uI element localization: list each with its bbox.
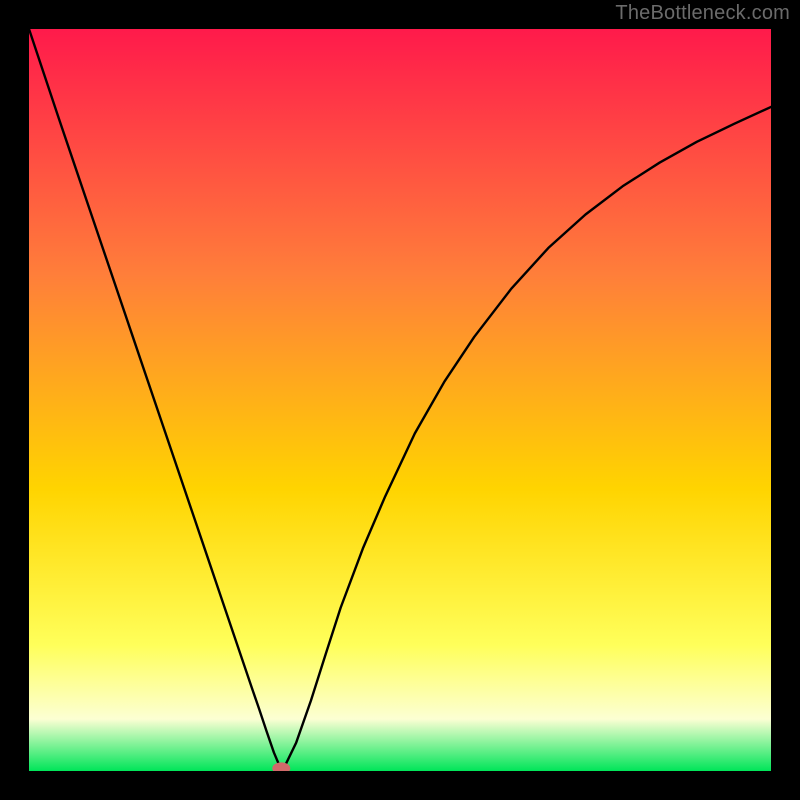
bottleneck-chart <box>29 29 771 771</box>
attribution-text: TheBottleneck.com <box>615 2 790 25</box>
plot-area <box>29 29 771 771</box>
chart-frame: TheBottleneck.com <box>0 0 800 800</box>
gradient-background <box>29 29 771 771</box>
